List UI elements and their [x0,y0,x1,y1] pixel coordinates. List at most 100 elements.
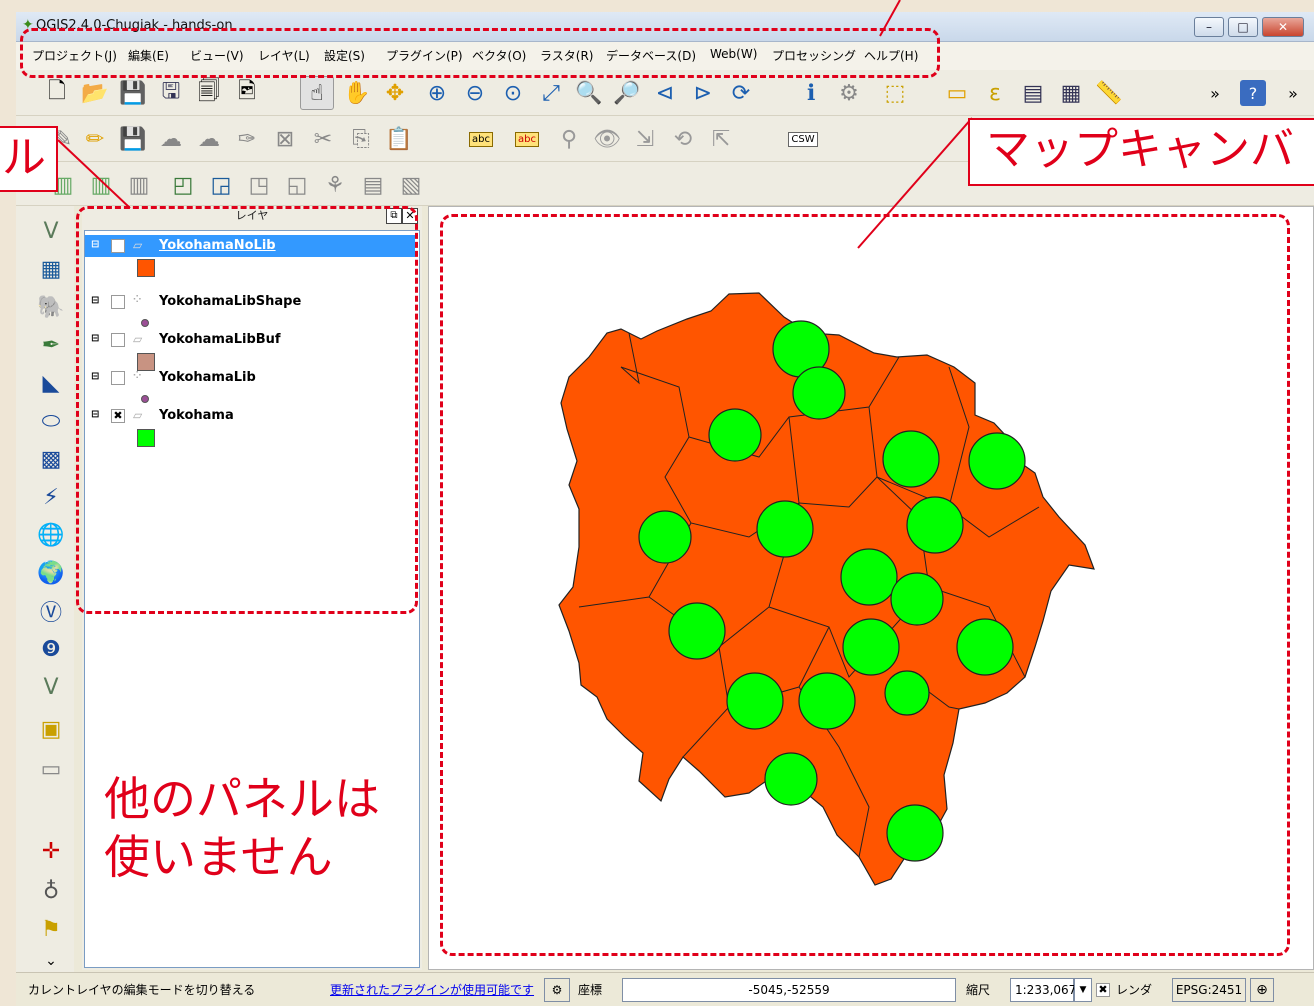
add-virtual-layer-icon[interactable]: ❾ [34,632,68,666]
close-button[interactable]: ✕ [1262,17,1304,37]
menu-database[interactable]: データベース(D) [606,47,696,64]
layer-visibility-checkbox[interactable]: ✖ [111,409,125,423]
measure-icon[interactable]: 📏 [1092,76,1126,110]
show-hide-labels-icon[interactable]: 👁 [590,122,624,156]
move-label-icon[interactable]: ⇲ [628,122,662,156]
float-panel-icon[interactable]: ⧉ [386,208,402,224]
scale-combobox[interactable]: 1:233,067 [1010,978,1076,1002]
new-print-composer-icon[interactable]: 🗐 [192,76,226,110]
minimize-button[interactable]: – [1194,17,1224,37]
csw-icon[interactable]: CSW [786,122,820,156]
save-as-icon[interactable]: 🖫 [154,76,188,110]
messages-icon[interactable]: ⚙ [544,978,570,1002]
menu-settings[interactable]: 設定(S) [324,47,365,64]
copy-features-icon[interactable]: ⎘ [344,122,378,156]
offset-curve-icon[interactable]: ▤ [356,168,390,202]
crs-status-button[interactable]: EPSG:2451 [1172,978,1246,1002]
collapse-icon[interactable]: ⊟ [91,409,99,420]
collapse-icon[interactable]: ⊟ [91,333,99,344]
add-vector-ring-icon[interactable]: ◰ [166,168,200,202]
add-mssql-layer-icon[interactable]: ◣ [34,366,68,400]
toolbar-overflow-icon[interactable]: » [1198,76,1232,110]
layer-visibility-checkbox[interactable] [111,371,125,385]
georeferencer-icon[interactable]: ⚑ [34,912,68,946]
layer-visibility-checkbox[interactable] [111,333,125,347]
gps-tools-icon[interactable]: ♁ [34,874,68,908]
remove-layer-icon[interactable]: ▭ [34,752,68,786]
menu-vector[interactable]: ベクタ(O) [472,47,526,64]
zoom-next-icon[interactable]: ⊳ [686,76,720,110]
rotate-label-icon[interactable]: ⟲ [666,122,700,156]
layer-row-yokohamalib[interactable]: ⊟ ⁘ YokohamaLib [85,367,415,389]
add-wcs-layer-icon[interactable]: ⚡ [34,480,68,514]
add-postgis-layer-icon[interactable]: 🐘 [34,290,68,324]
pan-to-selection-icon[interactable]: ✥ [378,76,412,110]
fill-ring-icon[interactable]: ◳ [242,168,276,202]
reshape-icon[interactable]: ⚘ [318,168,352,202]
add-oracle-layer-icon[interactable]: ⬭ [34,404,68,438]
help-icon[interactable]: ? [1240,80,1266,106]
move-feature-icon[interactable]: ☁ [192,122,226,156]
new-shapefile-icon[interactable]: V [34,670,68,704]
node-tool-icon[interactable]: ✑ [230,122,264,156]
menu-project[interactable]: プロジェクト(J) [32,47,117,64]
coordinate-field[interactable]: -5045,-52559 [622,978,956,1002]
zoom-to-selection-icon[interactable]: 🔍 [572,76,606,110]
select-features-icon[interactable]: ⬚ [878,76,912,110]
menu-processing[interactable]: プロセッシング [772,47,856,64]
new-project-icon[interactable]: 🗋 [40,76,74,110]
menu-help[interactable]: ヘルプ(H) [864,47,918,64]
add-wms-tile-icon[interactable]: 🌍 [34,556,68,590]
layer-row-yokohamalibshape[interactable]: ⊟ ⁘ YokohamaLibShape [85,291,415,313]
zoom-out-icon[interactable]: ⊖ [458,76,492,110]
pan-map-icon[interactable]: ✋ [340,76,374,110]
layer-row-yokohama[interactable]: ⊟ ✖ ▱ Yokohama [85,405,415,427]
identify-features-icon[interactable]: ℹ [794,76,828,110]
layer-row-yokohamanolib[interactable]: ⊟ ✖ ▱ YokohamaNoLib [85,235,415,257]
create-layer-icon[interactable]: ▣ [34,712,68,746]
layer-row-yokohamalibbuf[interactable]: ⊟ ▱ YokohamaLibBuf [85,329,415,351]
add-spatialite-layer-icon[interactable]: ✒ [34,328,68,362]
scale-dropdown-icon[interactable]: ▼ [1074,978,1092,1002]
save-project-icon[interactable]: 💾 [116,76,150,110]
local-histogram-icon[interactable]: ▥ [122,168,156,202]
statistics-icon[interactable]: ▦ [1054,76,1088,110]
layer-labeling-icon[interactable]: abc [464,122,498,156]
zoom-in-icon[interactable]: ⊕ [420,76,454,110]
crs-globe-icon[interactable]: ⊕ [1250,978,1274,1002]
menu-web[interactable]: Web(W) [710,47,757,61]
delete-ring-icon[interactable]: ◱ [280,168,314,202]
attribute-table-icon[interactable]: ▤ [1016,76,1050,110]
map-canvas[interactable] [428,206,1314,970]
paste-features-icon[interactable]: 📋 [382,122,416,156]
refresh-icon[interactable]: ⟳ [724,76,758,110]
pin-unpin-labels-icon[interactable]: ⚲ [552,122,586,156]
run-action-icon[interactable]: ⚙ [832,76,866,110]
collapse-icon[interactable]: ⊟ [91,371,99,382]
label-pin-icon[interactable]: abc [510,122,544,156]
plugin-update-link[interactable]: 更新されたプラグインが使用可能です [330,981,534,998]
menu-edit[interactable]: 編集(E) [128,47,169,64]
histogram-stretch-icon[interactable]: ▥ [84,168,118,202]
layer-visibility-checkbox[interactable]: ✖ [111,239,125,253]
menu-view[interactable]: ビュー(V) [190,47,244,64]
zoom-full-icon[interactable]: ⤢ [534,76,568,110]
toolbar-overflow-2-icon[interactable]: » [1276,76,1310,110]
coordinate-capture-icon[interactable]: ✛ [34,834,68,868]
add-part-icon[interactable]: ◲ [204,168,238,202]
composer-manager-icon[interactable]: 🖻 [230,76,264,110]
split-features-icon[interactable]: ▧ [394,168,428,202]
menu-raster[interactable]: ラスタ(R) [540,47,593,64]
save-edits-icon[interactable]: 💾 [116,122,150,156]
add-feature-icon[interactable]: ☁ [154,122,188,156]
close-panel-icon[interactable]: ✕ [402,208,418,224]
add-wms-layer-icon[interactable]: ▩ [34,442,68,476]
zoom-actual-size-icon[interactable]: ⊙ [496,76,530,110]
menu-layer[interactable]: レイヤ(L) [258,47,310,64]
layer-visibility-checkbox[interactable] [111,295,125,309]
zoom-to-layer-icon[interactable]: 🔎 [610,76,644,110]
add-delimited-text-icon[interactable]: Ⓥ [34,594,68,628]
render-checkbox[interactable]: ✖ [1096,983,1110,997]
open-project-icon[interactable]: 📂 [78,76,112,110]
collapse-icon[interactable]: ⊟ [91,239,99,250]
